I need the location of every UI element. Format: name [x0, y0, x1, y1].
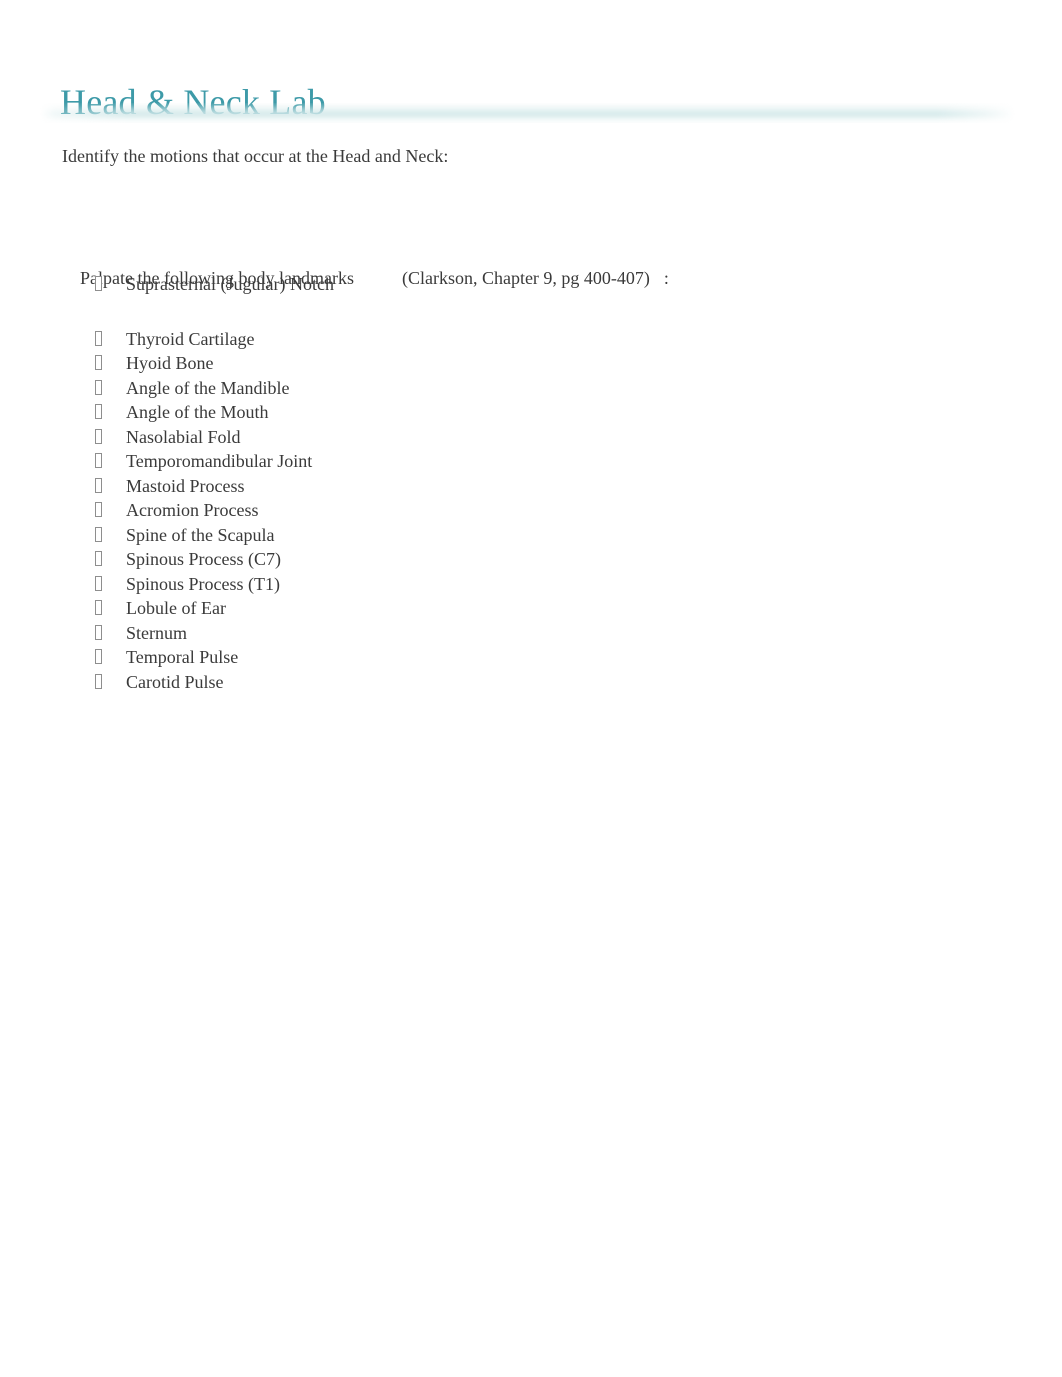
checkbox-missing-glyph-icon[interactable] [95, 526, 102, 542]
list-item: Angle of the Mouth [0, 400, 1062, 425]
checkbox-missing-glyph-icon[interactable] [95, 379, 102, 395]
intro-prompt-text: Identify the motions that occur at the H… [62, 146, 449, 166]
checkbox-missing-glyph-icon[interactable] [95, 673, 102, 689]
list-item: Nasolabial Fold [0, 425, 1062, 450]
checkbox-missing-glyph-icon[interactable] [95, 453, 102, 468]
list-item-label: Temporomandibular Joint [126, 451, 313, 471]
list-item: Spinous Process (T1) [0, 572, 1062, 597]
checkbox-missing-glyph-icon[interactable] [95, 404, 102, 419]
checkbox-missing-glyph-icon[interactable] [95, 355, 102, 370]
list-item-label: Nasolabial Fold [126, 426, 241, 447]
list-item: Temporal Pulse [0, 645, 1062, 670]
list-item: Temporomandibular Joint [0, 449, 1062, 474]
list-item: Spine of the Scapula [0, 523, 1062, 548]
page-title: Head & Neck Lab [60, 82, 326, 123]
document-page: Head & Neck Lab Identify the motions tha… [0, 0, 1062, 1377]
list-item-label: Angle of the Mouth [126, 402, 269, 422]
list-item: Mastoid Process [0, 474, 1062, 499]
list-item: Hyoid Bone [0, 351, 1062, 376]
list-item-label: Acromion Process [126, 500, 259, 520]
checkbox-missing-glyph-icon[interactable] [95, 600, 102, 615]
list-item-label: Carotid Pulse [126, 671, 224, 692]
checkbox-missing-glyph-icon[interactable] [95, 502, 102, 517]
list-item-label: Thyroid Cartilage [126, 328, 255, 349]
checkbox-missing-glyph-icon[interactable] [95, 276, 102, 291]
list-item-label: Spinous Process (C7) [126, 549, 282, 569]
list-item: Thyroid Cartilage [0, 327, 1062, 352]
checkbox-missing-glyph-icon[interactable] [95, 330, 102, 346]
landmark-checklist: Suprasternal (Jugular) Notch Thyroid Cart… [0, 272, 1062, 694]
checkbox-missing-glyph-icon[interactable] [95, 477, 102, 493]
checkbox-missing-glyph-icon[interactable] [95, 551, 102, 566]
checkbox-missing-glyph-icon[interactable] [95, 575, 102, 591]
list-item: Sternum [0, 621, 1062, 646]
list-item: Suprasternal (Jugular) Notch [0, 272, 1062, 297]
list-item: Carotid Pulse [0, 670, 1062, 695]
list-item-label: Sternum [126, 622, 187, 643]
list-item: Angle of the Mandible [0, 376, 1062, 401]
checkbox-missing-glyph-icon[interactable] [95, 428, 102, 444]
list-item-label: Mastoid Process [126, 475, 245, 496]
list-item-label: Suprasternal (Jugular) Notch [126, 274, 334, 294]
checkbox-missing-glyph-icon[interactable] [95, 649, 102, 664]
list-item: Acromion Process [0, 498, 1062, 523]
list-item-label: Spine of the Scapula [126, 524, 275, 545]
list-item-label: Angle of the Mandible [126, 377, 290, 398]
list-item-label: Lobule of Ear [126, 598, 226, 618]
checkbox-missing-glyph-icon[interactable] [95, 624, 102, 640]
list-item-label: Temporal Pulse [126, 647, 239, 667]
list-item-label: Hyoid Bone [126, 353, 214, 373]
list-item: Lobule of Ear [0, 596, 1062, 621]
list-item: Spinous Process (C7) [0, 547, 1062, 572]
list-item-label: Spinous Process (T1) [126, 573, 280, 594]
